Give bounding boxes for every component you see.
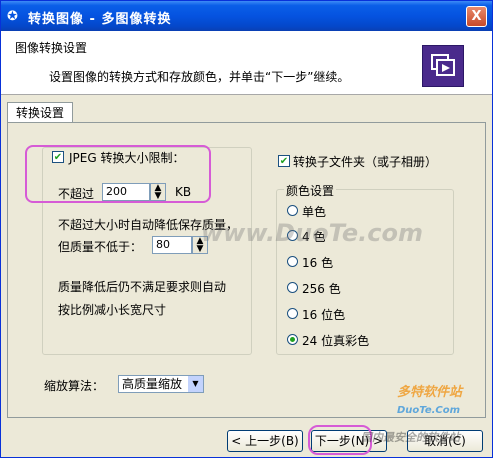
resize-note-line2: 按比例减小长宽尺寸	[58, 303, 167, 317]
jpeg-limit-checkbox[interactable]: ✔	[52, 151, 64, 163]
close-button[interactable]: X	[466, 6, 487, 27]
subfolder-label: 转换子文件夹（或子相册）	[293, 155, 438, 169]
size-unit-label: KB	[175, 185, 192, 199]
color-group-label: 颜色设置	[284, 182, 337, 199]
scale-label: 缩放算法：	[44, 379, 105, 393]
color-option-label: 256 色	[302, 282, 341, 296]
color-option-label: 4 色	[302, 230, 326, 244]
color-option-label: 24 位真彩色	[302, 334, 370, 348]
scale-select[interactable]: 高质量缩放 ▼	[118, 375, 204, 393]
size-limit-spinner[interactable]: ▲ ▼	[150, 183, 166, 201]
color-option-label: 单色	[302, 205, 327, 219]
color-radio-4[interactable]	[287, 230, 298, 241]
wizard-window: ✪ 转换图像 - 多图像转换 X 图像转换设置 设置图像的转换方式和存放颜色，并…	[0, 0, 493, 458]
header-description: 设置图像的转换方式和存放颜色，并单击“下一步”继续。	[49, 70, 350, 84]
size-limit-input[interactable]: 200	[102, 183, 150, 201]
window-title: 转换图像 - 多图像转换	[28, 12, 172, 27]
color-radio-mono[interactable]	[287, 205, 298, 216]
subfolder-checkbox[interactable]: ✔	[278, 155, 290, 167]
color-radio-16bit[interactable]	[287, 308, 298, 319]
next-highlight	[308, 425, 372, 455]
header-title: 图像转换设置	[15, 41, 88, 55]
cancel-button[interactable]: 取消(C)	[407, 430, 483, 452]
color-option-label: 16 色	[302, 256, 334, 270]
convert-image-icon	[422, 45, 464, 87]
back-button[interactable]: < 上一步(B)	[227, 430, 303, 452]
min-quality-input[interactable]: 80	[152, 236, 192, 254]
title-bar[interactable]: ✪ 转换图像 - 多图像转换 X	[1, 1, 492, 31]
resize-note-line1: 质量降低后仍不满足要求则自动	[58, 280, 227, 294]
chevron-down-icon[interactable]: ▼	[188, 376, 203, 392]
settings-panel: ✔ JPEG 转换大小限制： 不超过 200 ▲ ▼ KB 不超过大小时自动降低保…	[7, 122, 486, 418]
size-limit-label: 不超过	[58, 187, 95, 201]
wizard-header: 图像转换设置 设置图像的转换方式和存放颜色，并单击“下一步”继续。	[1, 31, 492, 95]
color-option-label: 16 位色	[302, 308, 346, 322]
star-icon: ✪	[7, 9, 18, 24]
min-quality-label: 但质量不低于：	[58, 240, 143, 254]
color-radio-16[interactable]	[287, 256, 298, 267]
color-radio-24bit[interactable]	[287, 334, 298, 345]
scale-value: 高质量缩放	[122, 377, 183, 391]
color-radio-256[interactable]	[287, 282, 298, 293]
min-quality-spinner[interactable]: ▲ ▼	[192, 236, 208, 254]
jpeg-limit-label: JPEG 转换大小限制：	[69, 151, 185, 165]
tab-convert-settings[interactable]: 转换设置	[7, 102, 73, 123]
auto-quality-text: 不超过大小时自动降低保存质量，	[58, 218, 239, 232]
